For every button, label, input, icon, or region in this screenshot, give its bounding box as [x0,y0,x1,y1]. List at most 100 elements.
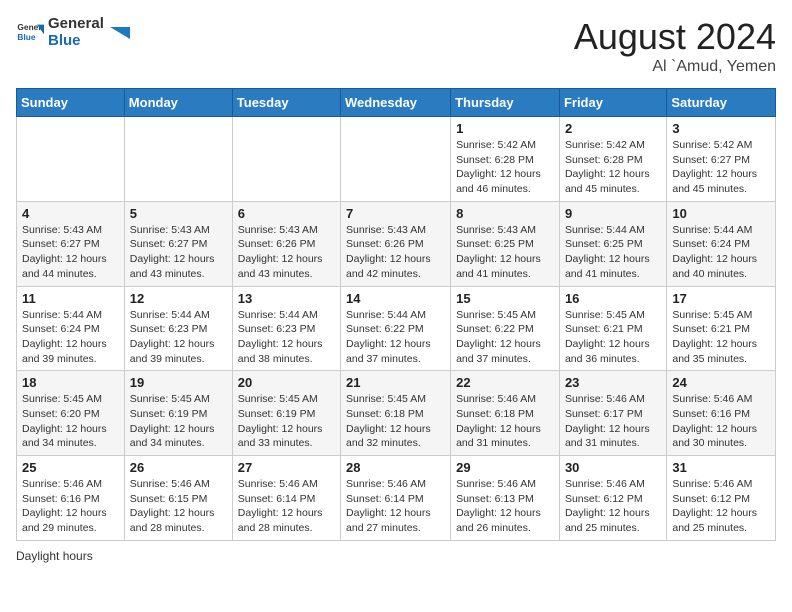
calendar-day-header: Saturday [667,89,776,117]
calendar-week-row: 4 Sunrise: 5:43 AM Sunset: 6:27 PM Daylig… [17,201,776,286]
calendar-cell: 7Sunrise: 5:43 AM Sunset: 6:26 PM Daylig… [341,201,451,286]
day-number: 9 [565,206,661,221]
day-number: 28 [346,460,445,475]
day-info: Sunrise: 5:43 AM Sunset: 6:27 PM Dayligh… [130,223,227,282]
day-info: Sunrise: 5:45 AM Sunset: 6:19 PM Dayligh… [130,392,227,451]
day-number: 14 [346,291,445,306]
day-info: Sunrise: 5:46 AM Sunset: 6:16 PM Dayligh… [22,477,119,536]
day-info: Sunrise: 5:42 AM Sunset: 6:27 PM Dayligh… [672,138,770,197]
calendar-week-row: 18 Sunrise: 5:45 AM Sunset: 6:20 PM Dayli… [17,371,776,456]
location-title: Al `Amud, Yemen [574,58,776,76]
day-info: Sunrise: 5:45 AM Sunset: 6:22 PM Dayligh… [456,308,554,367]
day-number: 6 [238,206,335,221]
day-info: Sunrise: 5:42 AM Sunset: 6:28 PM Dayligh… [565,138,661,197]
day-number: 2 [565,121,661,136]
calendar-table: SundayMondayTuesdayWednesdayThursdayFrid… [16,88,776,541]
calendar-cell: 26Sunrise: 5:46 AM Sunset: 6:15 PM Dayli… [124,456,232,541]
day-info: Sunrise: 5:46 AM Sunset: 6:13 PM Dayligh… [456,477,554,536]
day-number: 1 [456,121,554,136]
calendar-cell: 29Sunrise: 5:46 AM Sunset: 6:13 PM Dayli… [451,456,560,541]
day-info: Sunrise: 5:43 AM Sunset: 6:26 PM Dayligh… [238,223,335,282]
day-info: Sunrise: 5:46 AM Sunset: 6:12 PM Dayligh… [565,477,661,536]
calendar-cell: 14 Sunrise: 5:44 AM Sunset: 6:22 PM Dayli… [341,286,451,371]
day-number: 16 [565,291,661,306]
day-info: Sunrise: 5:42 AM Sunset: 6:28 PM Dayligh… [456,138,554,197]
calendar-cell [124,117,232,202]
logo: General Blue General Blue [16,16,130,49]
calendar-cell: 21Sunrise: 5:45 AM Sunset: 6:18 PM Dayli… [341,371,451,456]
day-info: Sunrise: 5:45 AM Sunset: 6:19 PM Dayligh… [238,392,335,451]
calendar-cell: 24 Sunrise: 5:46 AM Sunset: 6:16 PM Dayli… [667,371,776,456]
day-number: 10 [672,206,770,221]
day-info: Sunrise: 5:43 AM Sunset: 6:25 PM Dayligh… [456,223,554,282]
calendar-cell: 6 Sunrise: 5:43 AM Sunset: 6:26 PM Daylig… [232,201,340,286]
calendar-cell [341,117,451,202]
logo-arrow-icon [110,19,130,39]
calendar-cell: 25 Sunrise: 5:46 AM Sunset: 6:16 PM Dayli… [17,456,125,541]
calendar-cell: 20 Sunrise: 5:45 AM Sunset: 6:19 PM Dayli… [232,371,340,456]
calendar-cell: 17 Sunrise: 5:45 AM Sunset: 6:21 PM Dayli… [667,286,776,371]
footer-note: Daylight hours [16,549,776,563]
calendar-cell: 18 Sunrise: 5:45 AM Sunset: 6:20 PM Dayli… [17,371,125,456]
day-number: 15 [456,291,554,306]
logo-blue: Blue [48,33,104,50]
day-number: 25 [22,460,119,475]
calendar-day-header: Tuesday [232,89,340,117]
day-info: Sunrise: 5:46 AM Sunset: 6:14 PM Dayligh… [238,477,335,536]
header: General Blue General Blue August 2024 Al… [16,16,776,76]
calendar-cell: 2 Sunrise: 5:42 AM Sunset: 6:28 PM Daylig… [559,117,666,202]
calendar-day-header: Monday [124,89,232,117]
day-number: 22 [456,375,554,390]
calendar-cell: 10 Sunrise: 5:44 AM Sunset: 6:24 PM Dayli… [667,201,776,286]
day-info: Sunrise: 5:45 AM Sunset: 6:21 PM Dayligh… [672,308,770,367]
day-number: 18 [22,375,119,390]
calendar-cell: 9 Sunrise: 5:44 AM Sunset: 6:25 PM Daylig… [559,201,666,286]
day-info: Sunrise: 5:44 AM Sunset: 6:24 PM Dayligh… [672,223,770,282]
calendar-cell: 27Sunrise: 5:46 AM Sunset: 6:14 PM Dayli… [232,456,340,541]
calendar-cell: 12Sunrise: 5:44 AM Sunset: 6:23 PM Dayli… [124,286,232,371]
day-number: 3 [672,121,770,136]
calendar-cell: 5 Sunrise: 5:43 AM Sunset: 6:27 PM Daylig… [124,201,232,286]
calendar-day-header: Wednesday [341,89,451,117]
day-number: 31 [672,460,770,475]
calendar-cell: 22Sunrise: 5:46 AM Sunset: 6:18 PM Dayli… [451,371,560,456]
day-number: 17 [672,291,770,306]
day-info: Sunrise: 5:45 AM Sunset: 6:20 PM Dayligh… [22,392,119,451]
calendar-cell: 8 Sunrise: 5:43 AM Sunset: 6:25 PM Daylig… [451,201,560,286]
daylight-hours-label: Daylight hours [16,549,93,563]
calendar-cell [232,117,340,202]
calendar-cell: 28Sunrise: 5:46 AM Sunset: 6:14 PM Dayli… [341,456,451,541]
day-number: 4 [22,206,119,221]
calendar-week-row: 1 Sunrise: 5:42 AM Sunset: 6:28 PM Daylig… [17,117,776,202]
day-info: Sunrise: 5:46 AM Sunset: 6:12 PM Dayligh… [672,477,770,536]
day-info: Sunrise: 5:43 AM Sunset: 6:27 PM Dayligh… [22,223,119,282]
title-area: August 2024 Al `Amud, Yemen [574,16,776,76]
day-number: 11 [22,291,119,306]
day-number: 5 [130,206,227,221]
calendar-header-row: SundayMondayTuesdayWednesdayThursdayFrid… [17,89,776,117]
day-info: Sunrise: 5:46 AM Sunset: 6:17 PM Dayligh… [565,392,661,451]
calendar-cell: 15 Sunrise: 5:45 AM Sunset: 6:22 PM Dayli… [451,286,560,371]
day-number: 30 [565,460,661,475]
day-number: 21 [346,375,445,390]
calendar-cell: 11Sunrise: 5:44 AM Sunset: 6:24 PM Dayli… [17,286,125,371]
day-number: 8 [456,206,554,221]
logo-wordmark: General Blue [48,16,104,49]
day-number: 24 [672,375,770,390]
calendar-week-row: 11Sunrise: 5:44 AM Sunset: 6:24 PM Dayli… [17,286,776,371]
logo-icon: General Blue [16,19,44,47]
calendar-cell: 16Sunrise: 5:45 AM Sunset: 6:21 PM Dayli… [559,286,666,371]
day-info: Sunrise: 5:44 AM Sunset: 6:25 PM Dayligh… [565,223,661,282]
calendar-cell: 31 Sunrise: 5:46 AM Sunset: 6:12 PM Dayli… [667,456,776,541]
day-number: 7 [346,206,445,221]
calendar-cell: 23Sunrise: 5:46 AM Sunset: 6:17 PM Dayli… [559,371,666,456]
day-info: Sunrise: 5:44 AM Sunset: 6:23 PM Dayligh… [130,308,227,367]
day-info: Sunrise: 5:46 AM Sunset: 6:15 PM Dayligh… [130,477,227,536]
calendar-cell: 30 Sunrise: 5:46 AM Sunset: 6:12 PM Dayli… [559,456,666,541]
day-number: 19 [130,375,227,390]
day-info: Sunrise: 5:46 AM Sunset: 6:16 PM Dayligh… [672,392,770,451]
month-title: August 2024 [574,16,776,58]
day-info: Sunrise: 5:44 AM Sunset: 6:22 PM Dayligh… [346,308,445,367]
calendar-cell: 1 Sunrise: 5:42 AM Sunset: 6:28 PM Daylig… [451,117,560,202]
day-number: 20 [238,375,335,390]
